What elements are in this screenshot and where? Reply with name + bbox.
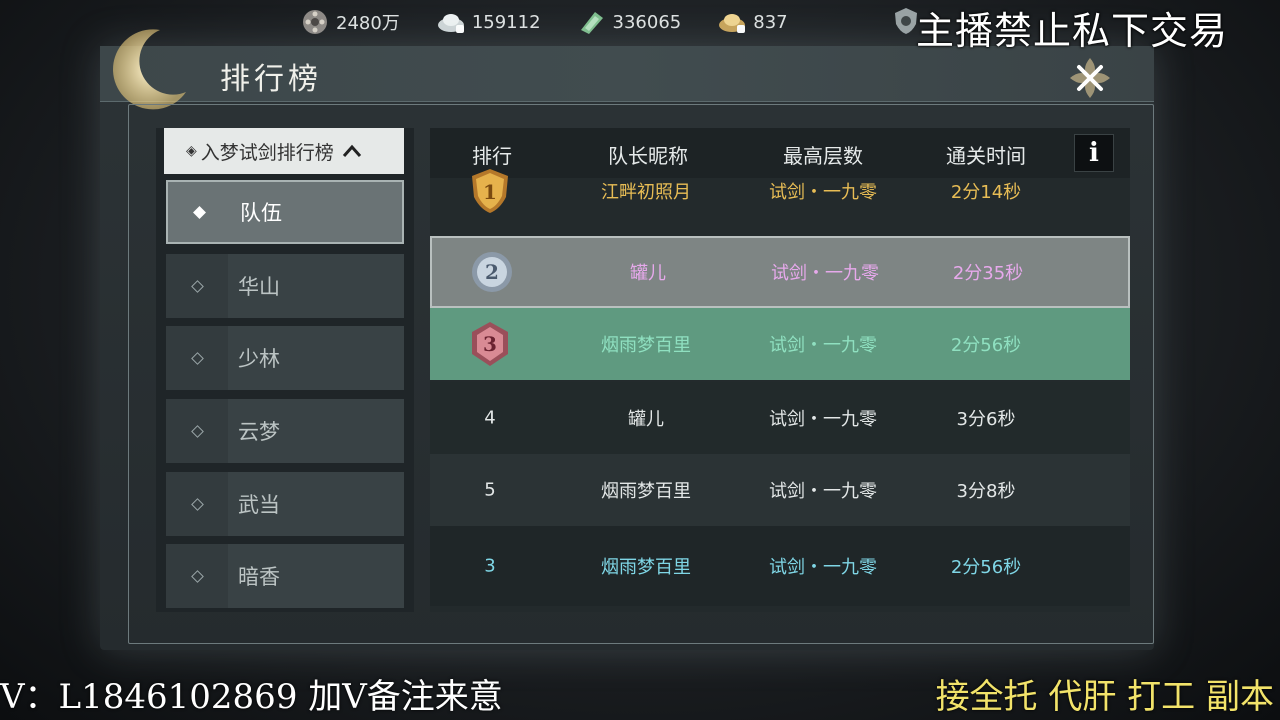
silver-ingot-icon [436, 8, 466, 36]
resource-gold[interactable]: 837 [717, 8, 788, 36]
sidebar-item-label: 暗香 [238, 565, 280, 589]
highest-floor: 试剑・一九零 [771, 263, 879, 284]
diamond-icon [190, 424, 204, 438]
leaderboard-type-dropdown[interactable]: ◈ 入梦试剑排行榜 [164, 128, 404, 174]
sidebar-item-label: 华山 [238, 275, 280, 299]
table-row[interactable]: 3 烟雨梦百里 试剑・一九零 2分56秒 [430, 308, 1130, 380]
film-reel-icon [300, 8, 330, 36]
rank-number: 3 [484, 555, 496, 577]
diamond-icon [192, 205, 206, 219]
svg-text:2: 2 [485, 260, 499, 284]
svg-text:1: 1 [483, 180, 497, 204]
resource-bar: 2480万 159112 336065 837 [300, 4, 788, 40]
resource-silver[interactable]: 159112 [436, 8, 541, 36]
clear-time: 2分56秒 [950, 557, 1022, 578]
close-icon [1070, 58, 1110, 98]
sidebar-item-wudang[interactable]: 武当 [166, 472, 404, 536]
gold-ingot-icon [717, 8, 747, 36]
captain-name: 烟雨梦百里 [601, 557, 691, 578]
table-row[interactable]: 1 江畔初照月 试剑・一九零 2分14秒 [430, 166, 1130, 216]
info-icon: i [1089, 138, 1099, 168]
table-row[interactable]: 5 烟雨梦百里 试剑・一九零 3分8秒 [430, 454, 1130, 526]
highest-floor: 试剑・一九零 [769, 557, 877, 578]
table-row[interactable]: 2 罐儿 试剑・一九零 2分35秒 [430, 236, 1130, 308]
captain-name: 江畔初照月 [601, 182, 691, 203]
leaderboard-table: 排行 队长昵称 最高层数 通关时间 i 1 江畔初照月 试剑・一九零 2分14秒… [430, 128, 1130, 612]
resource-value: 159112 [471, 11, 541, 33]
sidebar-item-shaolin[interactable]: 少林 [166, 326, 404, 390]
header-highest-floor: 最高层数 [783, 144, 863, 168]
table-row[interactable]: 4 罐儿 试剑・一九零 3分6秒 [430, 382, 1130, 454]
sidebar-item-anxiang[interactable]: 暗香 [166, 544, 404, 608]
rank-number: 5 [484, 479, 496, 501]
sidebar-item-label: 队伍 [240, 201, 282, 225]
resource-value: 2480万 [336, 13, 400, 34]
header-clear-time: 通关时间 [946, 144, 1026, 168]
sidebar-item-label: 武当 [238, 493, 280, 517]
captain-name: 烟雨梦百里 [601, 481, 691, 502]
highest-floor: 试剑・一九零 [769, 182, 877, 203]
diamond-icon [190, 279, 204, 293]
clear-time: 3分6秒 [956, 409, 1016, 430]
header-rank: 排行 [472, 144, 512, 168]
clear-time: 2分35秒 [952, 263, 1024, 284]
highest-floor: 试剑・一九零 [769, 481, 877, 502]
jade-ticket-icon [577, 8, 607, 36]
sidebar-item-label: 云梦 [238, 420, 280, 444]
crescent-moon-icon [98, 16, 198, 116]
my-rank-row[interactable]: 3 烟雨梦百里 试剑・一九零 2分56秒 [430, 526, 1130, 606]
resource-jade[interactable]: 336065 [577, 8, 682, 36]
highest-floor: 试剑・一九零 [769, 409, 877, 430]
stream-overlay-bottom-right: 接全托 代肝 打工 副本 [935, 677, 1274, 717]
header-captain-name: 队长昵称 [608, 144, 688, 168]
highest-floor: 试剑・一九零 [769, 335, 877, 356]
stream-overlay-bottom-left: V：L1846102869 加V备注来意 [0, 677, 503, 717]
diamond-icon [190, 497, 204, 511]
chevron-up-icon [342, 139, 362, 163]
resource-value: 336065 [612, 11, 682, 33]
sidebar-item-huashan[interactable]: 华山 [166, 254, 404, 318]
leaderboard-panel: 排行榜 ◈ 入梦试剑排行榜 队伍 华山 少林 云梦 武当 暗香 排行 队长昵称 … [100, 29, 1154, 650]
close-button[interactable] [1060, 50, 1120, 106]
sidebar-item-team[interactable]: 队伍 [166, 180, 404, 244]
sidebar-item-yunmeng[interactable]: 云梦 [166, 399, 404, 463]
svg-text:3: 3 [483, 332, 497, 356]
resource-value: 837 [753, 11, 788, 33]
clear-time: 2分56秒 [950, 335, 1022, 356]
clear-time: 2分14秒 [950, 182, 1022, 203]
stream-overlay-top: 主播禁止私下交易 [916, 9, 1229, 53]
diamond-icon [190, 351, 204, 365]
category-sidebar: ◈ 入梦试剑排行榜 队伍 华山 少林 云梦 武当 暗香 [156, 128, 414, 612]
clear-time: 3分8秒 [956, 481, 1016, 502]
dropdown-prefix-icon: ◈ [186, 143, 197, 159]
panel-title: 排行榜 [220, 62, 322, 97]
silver-medal-icon: 2 [472, 252, 512, 292]
dropdown-label: 入梦试剑排行榜 [200, 141, 334, 164]
captain-name: 罐儿 [628, 409, 664, 430]
sidebar-item-label: 少林 [238, 347, 280, 371]
captain-name: 烟雨梦百里 [601, 335, 691, 356]
bronze-medal-icon: 3 [472, 322, 508, 366]
captain-name: 罐儿 [630, 263, 666, 284]
gold-medal-icon: 1 [472, 169, 508, 213]
resource-coins[interactable]: 2480万 [300, 8, 400, 36]
diamond-icon [190, 569, 204, 583]
rank-number: 4 [484, 407, 496, 429]
